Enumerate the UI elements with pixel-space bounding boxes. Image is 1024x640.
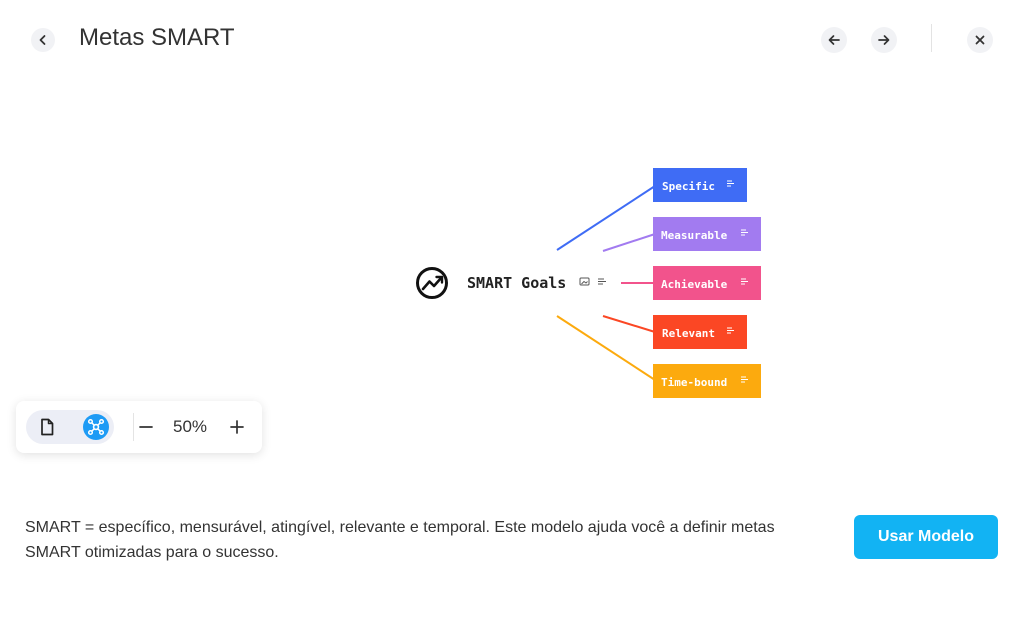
branch-node-time-bound[interactable]: Time-bound (653, 364, 761, 398)
image-icon (579, 277, 590, 286)
use-template-button[interactable]: Usar Modelo (854, 515, 998, 559)
page-title: Metas SMART (79, 24, 235, 51)
preview-toolbar: 50% (16, 401, 262, 453)
mindmap-view-button[interactable] (83, 414, 109, 440)
branch-node-specific[interactable]: Specific (653, 168, 747, 202)
chevron-left-icon (39, 35, 46, 45)
branch-node-relevant[interactable]: Relevant (653, 315, 747, 349)
previous-template-button[interactable] (821, 27, 847, 53)
branch-node-achievable[interactable]: Achievable (653, 266, 761, 300)
next-template-button[interactable] (871, 27, 897, 53)
view-mode-toggle (26, 410, 114, 444)
trending-up-circle-icon (416, 267, 448, 299)
close-button[interactable] (967, 27, 993, 53)
close-icon (975, 35, 985, 45)
branch-label: Measurable (661, 229, 728, 242)
branch-node-measurable[interactable]: Measurable (653, 217, 761, 251)
branch-label: Achievable (661, 278, 728, 291)
branch-label: Relevant (662, 327, 715, 340)
plus-icon (230, 420, 244, 434)
template-description: SMART = específico, mensurável, atingíve… (25, 519, 775, 561)
zoom-in-button[interactable] (224, 414, 250, 440)
header-divider (931, 24, 932, 52)
zoom-level: 50% (173, 417, 208, 436)
root-label: SMART Goals (467, 274, 566, 292)
back-button[interactable] (31, 28, 55, 52)
minus-icon (139, 426, 153, 428)
zoom-out-button[interactable] (133, 414, 159, 440)
branch-connector (556, 315, 656, 381)
root-node[interactable]: SMART Goals (416, 267, 607, 299)
branch-label: Specific (662, 180, 715, 193)
arrow-left-icon (828, 35, 840, 45)
note-icon (598, 278, 606, 285)
branch-connector (602, 315, 656, 333)
branch-connector (556, 185, 656, 251)
branch-connector (602, 233, 656, 252)
document-view-button[interactable] (34, 414, 60, 440)
arrow-right-icon (878, 35, 890, 45)
document-icon (41, 418, 54, 436)
mindmap-icon (87, 418, 105, 436)
branch-label: Time-bound (661, 376, 727, 389)
